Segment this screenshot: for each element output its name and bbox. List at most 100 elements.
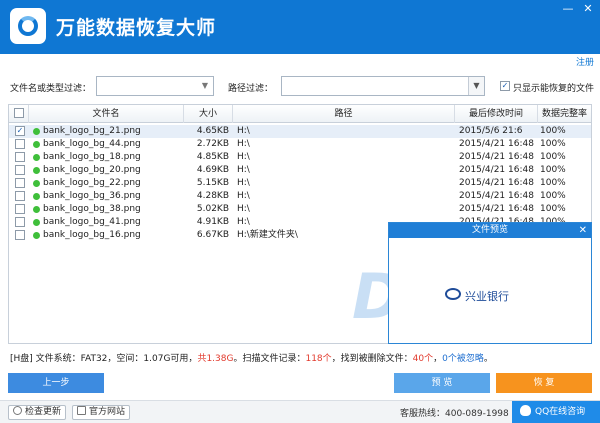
column-header-mtime[interactable]: 最后修改时间 bbox=[455, 105, 538, 123]
chevron-down-icon[interactable]: ▼ bbox=[197, 77, 213, 95]
status-end: 。 bbox=[483, 354, 493, 364]
app-logo-icon bbox=[10, 8, 46, 44]
row-checkbox[interactable] bbox=[15, 139, 25, 149]
row-checkbox[interactable] bbox=[15, 178, 25, 188]
row-size: 4.65KB bbox=[196, 126, 229, 136]
only-recoverable-checkbox[interactable]: ✓ bbox=[500, 81, 510, 91]
recoverable-status-icon bbox=[33, 167, 40, 174]
row-integrity: 100% bbox=[540, 152, 566, 162]
column-header-path[interactable]: 路径 bbox=[233, 105, 455, 123]
recoverable-status-icon bbox=[33, 128, 40, 135]
select-all-header[interactable] bbox=[9, 105, 29, 123]
status-total: 共1.38G bbox=[197, 354, 234, 364]
status-deleted: 40个 bbox=[412, 354, 434, 364]
row-checkbox[interactable] bbox=[15, 152, 25, 162]
check-update-button[interactable]: 检查更新 bbox=[8, 405, 67, 420]
row-size: 2.72KB bbox=[196, 139, 229, 149]
row-path: H:\ bbox=[237, 165, 250, 175]
row-filename: bank_logo_bg_41.png bbox=[43, 217, 141, 227]
path-filter-combo[interactable]: ▼ bbox=[281, 76, 485, 96]
file-preview-panel: 文件预览 ✕ 兴业银行 bbox=[388, 222, 592, 344]
minimize-button[interactable]: — bbox=[558, 0, 578, 18]
recover-button[interactable]: 恢 复 bbox=[496, 373, 592, 393]
info-icon bbox=[13, 406, 22, 415]
row-filename: bank_logo_bg_21.png bbox=[43, 126, 141, 136]
row-checkbox[interactable] bbox=[15, 217, 25, 227]
row-integrity: 100% bbox=[540, 191, 566, 201]
select-all-checkbox[interactable] bbox=[13, 108, 24, 118]
row-mtime: 2015/5/6 21:6 bbox=[459, 126, 523, 136]
column-header-size[interactable]: 大小 bbox=[184, 105, 233, 123]
title-bar: 万能数据恢复大师 — ✕ bbox=[0, 0, 600, 54]
table-row[interactable]: bank_logo_bg_22.png 5.15KB H:\ 2015/4/21 16… bbox=[9, 177, 591, 190]
row-checkbox[interactable] bbox=[15, 165, 25, 175]
bank-emblem-icon bbox=[445, 288, 461, 300]
preview-title-bar: 文件预览 ✕ bbox=[389, 223, 591, 238]
table-row[interactable]: ✓ bank_logo_bg_21.png 4.65KB H:\ 2015/5/6 21… bbox=[9, 125, 591, 138]
preview-image-text: 兴业银行 bbox=[465, 290, 509, 303]
row-filename: bank_logo_bg_20.png bbox=[43, 165, 141, 175]
row-integrity: 100% bbox=[540, 204, 566, 214]
status-ignored: 0个被忽略 bbox=[442, 354, 484, 364]
row-size: 6.67KB bbox=[196, 230, 229, 240]
preview-close-button[interactable]: ✕ bbox=[579, 223, 587, 238]
app-title: 万能数据恢复大师 bbox=[56, 17, 217, 39]
row-filename: bank_logo_bg_18.png bbox=[43, 152, 141, 162]
recoverable-status-icon bbox=[33, 232, 40, 239]
footer-bar: 检查更新 官方网站 客服热线：400-089-1998 QQ在线咨询 bbox=[0, 400, 600, 423]
row-checkbox[interactable] bbox=[15, 204, 25, 214]
table-row[interactable]: bank_logo_bg_18.png 4.85KB H:\ 2015/4/21 16… bbox=[9, 151, 591, 164]
row-filename: bank_logo_bg_38.png bbox=[43, 204, 141, 214]
table-row[interactable]: bank_logo_bg_44.png 2.72KB H:\ 2015/4/21 16… bbox=[9, 138, 591, 151]
table-row[interactable]: bank_logo_bg_20.png 4.69KB H:\ 2015/4/21 16… bbox=[9, 164, 591, 177]
scan-status: [H盘] 文件系统：FAT32，空间：1.07G可用，共1.38G。扫描文件记录… bbox=[10, 351, 493, 364]
row-path: H:\ bbox=[237, 152, 250, 162]
official-site-button[interactable]: 官方网站 bbox=[72, 405, 131, 420]
row-mtime: 2015/4/21 16:48 bbox=[459, 204, 534, 214]
row-mtime: 2015/4/21 16:48 bbox=[459, 165, 534, 175]
register-link[interactable]: 注册 bbox=[576, 55, 594, 68]
preview-button[interactable]: 预 览 bbox=[394, 373, 490, 393]
qq-consult-button[interactable]: QQ在线咨询 bbox=[512, 401, 600, 423]
row-path: H:\ bbox=[237, 126, 250, 136]
row-path: H:\ bbox=[237, 191, 250, 201]
filename-filter-combo[interactable]: ▼ bbox=[96, 76, 214, 96]
recoverable-status-icon bbox=[33, 193, 40, 200]
status-sep: ， bbox=[433, 354, 443, 364]
row-size: 5.02KB bbox=[196, 204, 229, 214]
status-mid2: ，找到被删除文件： bbox=[331, 354, 413, 364]
close-window-button[interactable]: ✕ bbox=[578, 0, 598, 18]
row-integrity: 100% bbox=[540, 126, 566, 136]
row-filename: bank_logo_bg_16.png bbox=[43, 230, 141, 240]
row-size: 4.91KB bbox=[196, 217, 229, 227]
status-prefix: [H盘] 文件系统：FAT32，空间：1.07G可用， bbox=[10, 354, 198, 364]
filename-filter-label: 文件名或类型过滤： bbox=[10, 84, 92, 94]
row-size: 5.15KB bbox=[196, 178, 229, 188]
row-mtime: 2015/4/21 16:48 bbox=[459, 152, 534, 162]
table-row[interactable]: bank_logo_bg_36.png 4.28KB H:\ 2015/4/21 16… bbox=[9, 190, 591, 203]
only-recoverable-label: 只显示能恢复的文件 bbox=[513, 84, 595, 94]
table-row[interactable]: bank_logo_bg_38.png 5.02KB H:\ 2015/4/21 16… bbox=[9, 203, 591, 216]
row-checkbox[interactable] bbox=[15, 230, 25, 240]
recoverable-status-icon bbox=[33, 180, 40, 187]
row-checkbox[interactable] bbox=[15, 191, 25, 201]
table-header: 文件名 大小 路径 最后修改时间 数据完整率 bbox=[9, 105, 591, 123]
check-update-label: 检查更新 bbox=[25, 407, 62, 417]
row-size: 4.28KB bbox=[196, 191, 229, 201]
row-filename: bank_logo_bg_44.png bbox=[43, 139, 141, 149]
row-size: 4.85KB bbox=[196, 152, 229, 162]
row-path: H:\ bbox=[237, 178, 250, 188]
row-mtime: 2015/4/21 16:48 bbox=[459, 191, 534, 201]
previous-step-button[interactable]: 上一步 bbox=[8, 373, 104, 393]
recoverable-status-icon bbox=[33, 206, 40, 213]
path-filter-label: 路径过滤： bbox=[228, 84, 274, 94]
chevron-down-icon[interactable]: ▼ bbox=[468, 77, 484, 95]
row-checkbox[interactable]: ✓ bbox=[15, 126, 25, 136]
preview-image: 兴业银行 bbox=[445, 286, 525, 304]
row-integrity: 100% bbox=[540, 165, 566, 175]
status-records: 118个 bbox=[305, 354, 332, 364]
column-header-integrity[interactable]: 数据完整率 bbox=[538, 105, 591, 123]
row-mtime: 2015/4/21 16:48 bbox=[459, 178, 534, 188]
column-header-name[interactable]: 文件名 bbox=[29, 105, 184, 123]
recoverable-status-icon bbox=[33, 141, 40, 148]
